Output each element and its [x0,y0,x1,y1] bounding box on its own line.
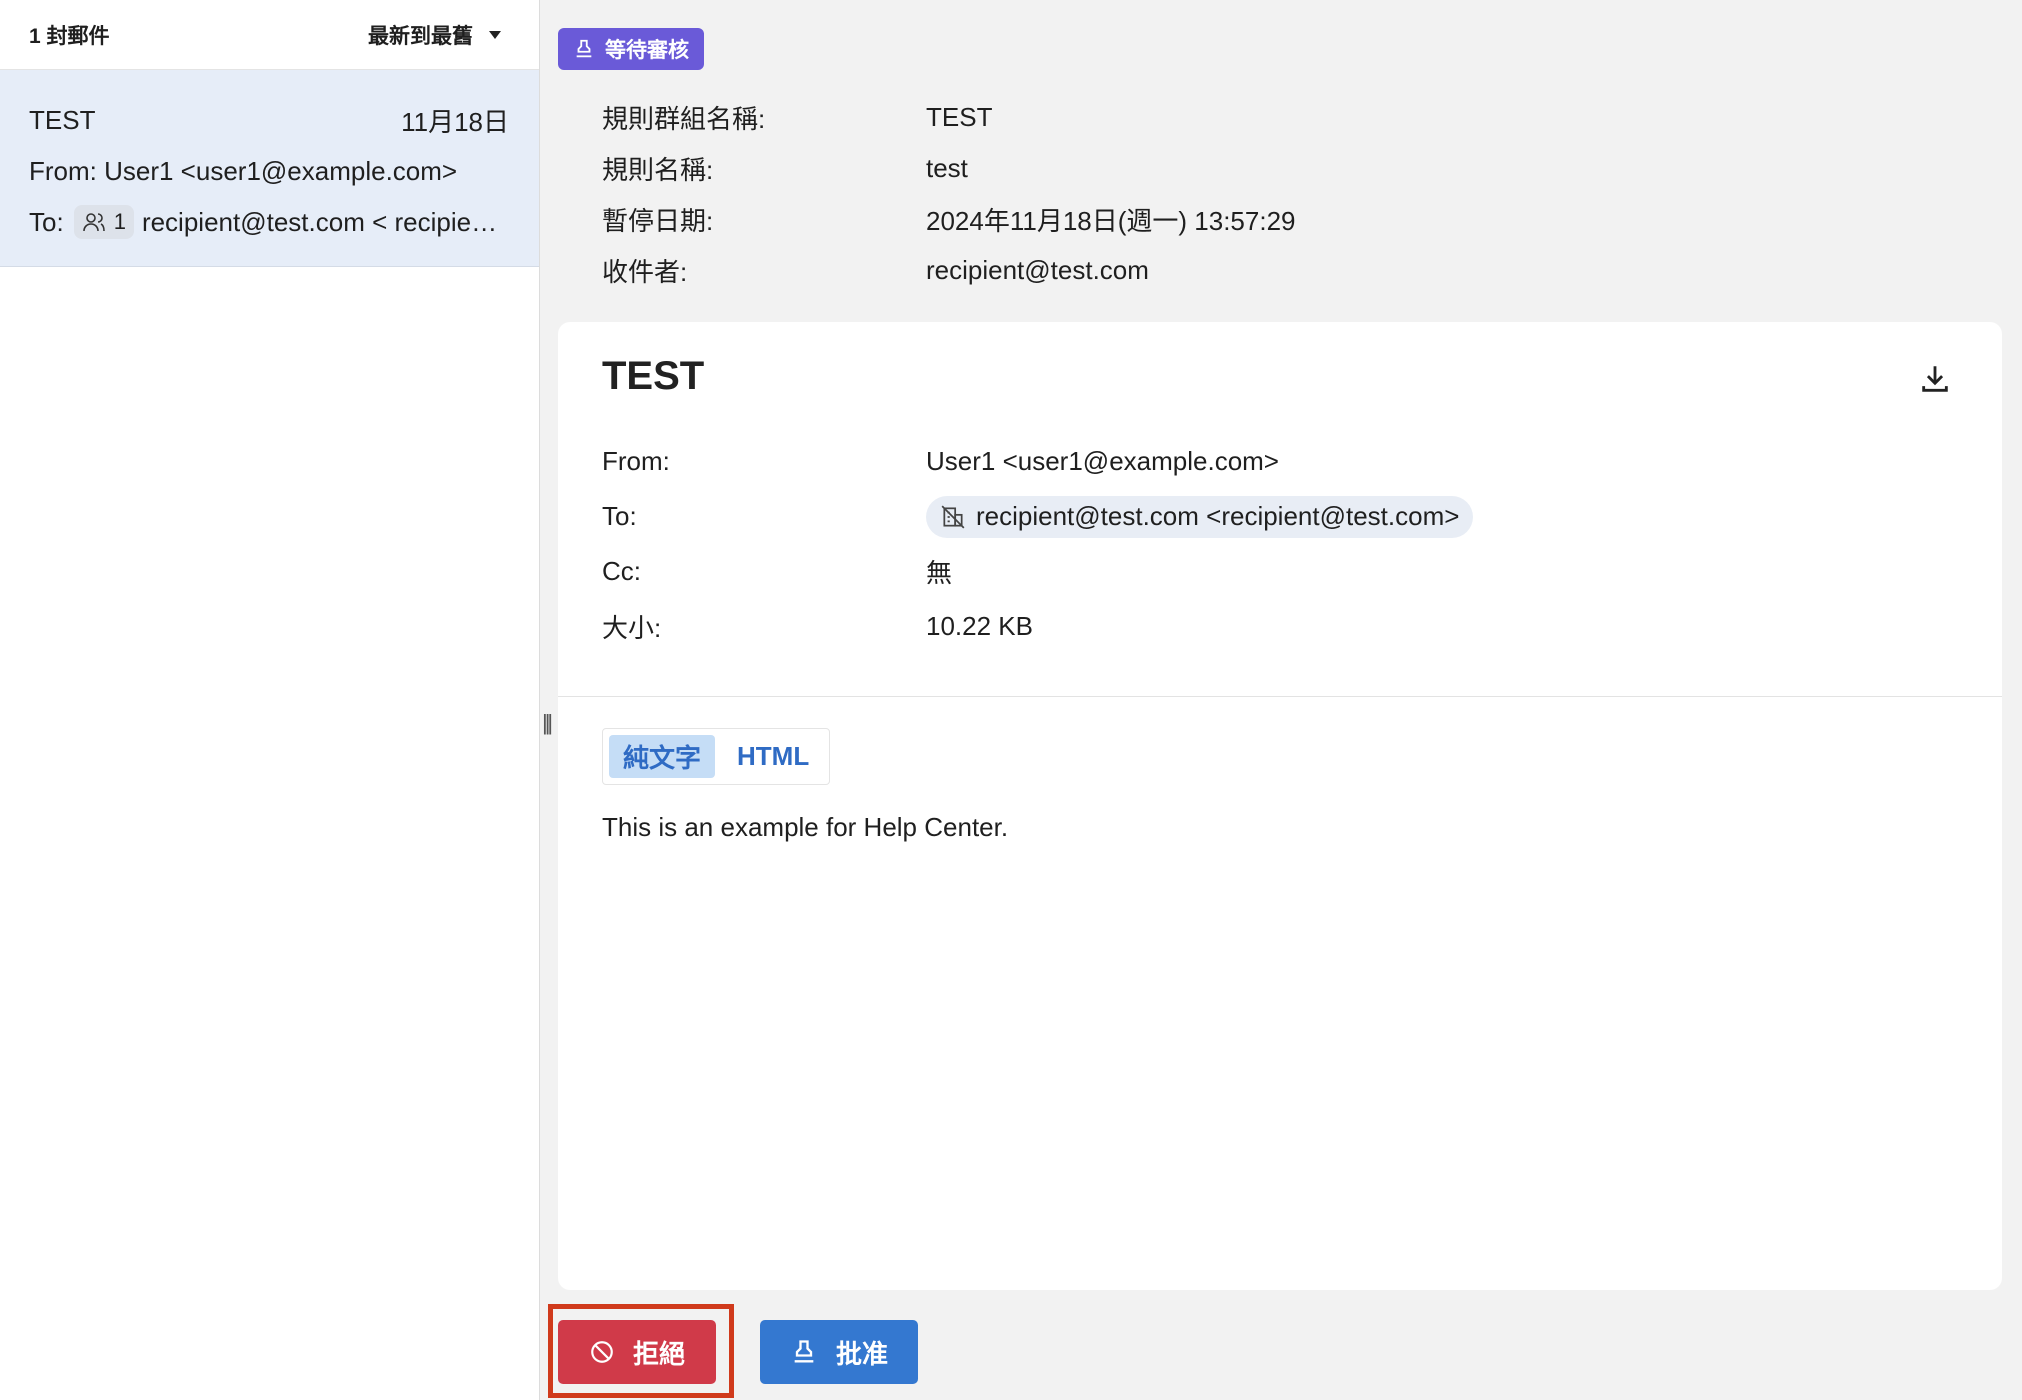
list-item-from: From: User1 <user1@example.com> [29,155,458,186]
recipient-label: 收件者: [602,257,688,287]
pane-resize-handle[interactable]: ||| [542,710,553,736]
rule-meta: 規則群組名稱: TEST 規則名稱: test 暫停日期: 2024年11月18… [602,92,1296,296]
cc-value: 無 [926,558,953,588]
list-item[interactable]: TEST 11月18日 From: User1 <user1@example.c… [0,70,539,267]
to-label: To: [602,501,637,531]
status-badge-label: 等待審核 [605,39,689,62]
rule-name-value: test [926,153,968,183]
recipient-count-chip: 1 [73,205,134,239]
size-label: 大小: [602,613,662,643]
paused-date-row: 暫停日期: 2024年11月18日(週一) 13:57:29 [602,194,1296,245]
list-item-subject: TEST [29,104,96,135]
caret-down-icon [489,30,501,39]
rule-name-label: 規則名稱: [602,155,714,185]
cc-label: Cc: [602,556,641,586]
rule-name-row: 規則名稱: test [602,143,1296,194]
ban-icon [591,1341,613,1363]
stamp-icon [576,39,592,58]
sort-label: 最新到最舊 [368,24,473,48]
message-card: TEST From: User1 <user1@example.com> To:… [558,322,2002,1290]
approve-button[interactable]: 批准 [760,1320,918,1384]
sort-dropdown[interactable]: 最新到最舊 [368,20,501,50]
recipient-value: recipient@test.com [926,255,1149,285]
message-body: This is an example for Help Center. [602,812,1009,842]
list-header: 1 封郵件 最新到最舊 [0,0,539,70]
stamp-icon [794,1340,814,1363]
users-icon [82,213,105,232]
download-icon[interactable] [1918,362,1952,396]
size-row: 大小: 10.22 KB [602,599,1473,654]
message-list-pane: 1 封郵件 最新到最舊 TEST 11月18日 From: User1 <use… [0,0,540,1400]
rule-group-label: 規則群組名稱: [602,104,766,134]
divider [558,696,2002,697]
rule-group-value: TEST [926,102,993,132]
from-value: User1 <user1@example.com> [926,446,1279,476]
paused-date-value: 2024年11月18日(週一) 13:57:29 [926,206,1296,236]
building-off-icon [941,505,965,528]
tab-html[interactable]: HTML [723,735,823,778]
list-item-to-label: To: [29,206,64,237]
paused-date-label: 暫停日期: [602,206,714,236]
size-value: 10.22 KB [926,611,1033,641]
reject-button[interactable]: 拒絕 [558,1320,716,1384]
message-subject: TEST [602,354,705,398]
rule-group-row: 規則群組名稱: TEST [602,92,1296,143]
list-item-date: 11月18日 [401,106,509,137]
from-row: From: User1 <user1@example.com> [602,434,1473,489]
tab-plain-text[interactable]: 純文字 [609,735,716,778]
from-label: From: [602,446,670,476]
reject-button-label: 拒絕 [632,1338,685,1369]
list-item-to: recipient@test.com < recipient@test.com … [141,206,502,237]
recipient-row: 收件者: recipient@test.com [602,245,1296,296]
format-tabs: 純文字 HTML [602,728,831,785]
message-headers: From: User1 <user1@example.com> To: reci… [602,434,1474,654]
cc-row: Cc: 無 [602,544,1473,599]
recipient-count: 1 [113,209,126,234]
to-row: To: recipient@test.com <recipient@test.c… [602,489,1474,544]
recipient-chip[interactable]: recipient@test.com <recipient@test.com> [926,495,1474,538]
message-count: 1 封郵件 [29,24,110,48]
recipient-chip-label: recipient@test.com <recipient@test.com> [976,501,1460,531]
status-badge: 等待審核 [558,28,704,70]
approve-button-label: 批准 [835,1338,888,1369]
